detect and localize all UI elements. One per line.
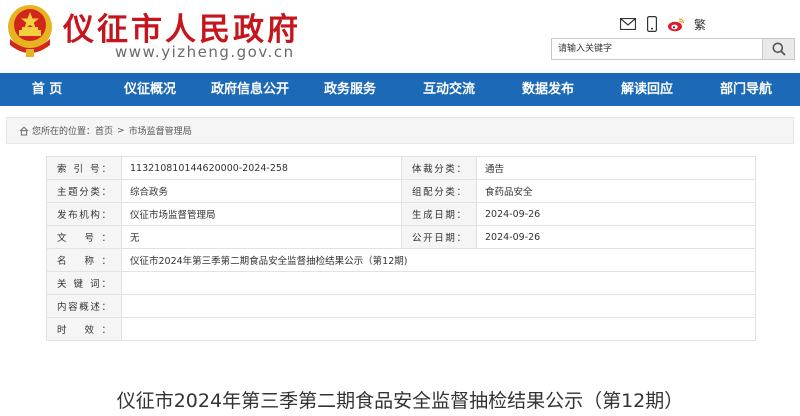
nav-gov-info[interactable]: 政府信息公开: [211, 73, 289, 106]
email-icon[interactable]: [619, 15, 637, 33]
genre-value: 通告: [476, 156, 756, 180]
nav-home[interactable]: 首 页: [32, 73, 63, 106]
info-label: 主题分类：: [57, 187, 111, 198]
mobile-icon[interactable]: [643, 15, 661, 33]
site-url: www.yizheng.gov.cn: [115, 43, 295, 61]
search-box: [551, 38, 795, 60]
info-label: 公开日期：: [412, 233, 466, 244]
published-date: 2024-09-26: [476, 225, 756, 249]
info-label: 文 号：: [57, 233, 111, 244]
info-row: 内容概述：: [46, 294, 756, 318]
info-label: 组配分类：: [412, 187, 466, 198]
breadcrumb-prefix: 您所在的位置：: [32, 127, 96, 137]
publisher-value: 仪征市场监督管理局: [121, 202, 402, 226]
nav-interaction[interactable]: 互动交流: [423, 73, 475, 106]
info-row: 索 引 号： 113210810144620000-2024-258 体裁分类：…: [46, 156, 756, 180]
validity-value: [121, 317, 756, 341]
index-number: 113210810144620000-2024-258: [121, 156, 402, 180]
info-row: 名 称： 仪征市2024年第三季第二期食品安全监督抽检结果公示（第12期): [46, 248, 756, 272]
info-row: 发布机构： 仪征市场监督管理局 生成日期： 2024-09-26: [46, 202, 756, 226]
traditional-chinese-link[interactable]: 繁: [691, 15, 709, 33]
nav-services[interactable]: 政务服务: [324, 73, 376, 106]
info-row: 时 效：: [46, 317, 756, 341]
main-nav: 首 页 仪征概况 政府信息公开 政务服务 互动交流 数据发布 解读回应 部门导航: [0, 73, 800, 106]
national-emblem-icon: [8, 5, 52, 57]
top-icon-bar: 繁: [619, 14, 709, 34]
document-number: 无: [121, 225, 402, 249]
weibo-icon[interactable]: [667, 15, 685, 33]
info-label: 名 称：: [57, 256, 111, 267]
info-label: 发布机构：: [57, 210, 111, 221]
breadcrumb-separator: >: [117, 125, 125, 136]
nav-interpretation[interactable]: 解读回应: [621, 73, 673, 106]
group-value: 食药品安全: [476, 179, 756, 203]
info-label: 时 效：: [57, 325, 111, 336]
document-name: 仪征市2024年第三季第二期食品安全监督抽检结果公示（第12期): [121, 248, 756, 272]
created-date: 2024-09-26: [476, 202, 756, 226]
nav-departments[interactable]: 部门导航: [720, 73, 772, 106]
nav-overview[interactable]: 仪征概况: [124, 73, 176, 106]
info-label: 关 键 词：: [57, 279, 111, 290]
info-row: 主题分类： 综合政务 组配分类： 食药品安全: [46, 179, 756, 203]
info-label: 索 引 号：: [57, 164, 111, 175]
home-icon: [19, 125, 29, 136]
nav-data[interactable]: 数据发布: [522, 73, 574, 106]
info-label: 生成日期：: [412, 210, 466, 221]
info-row: 文 号： 无 公开日期： 2024-09-26: [46, 225, 756, 249]
site-header: 仪征市人民政府 www.yizheng.gov.cn 繁: [0, 0, 800, 73]
search-button[interactable]: [762, 39, 794, 59]
search-icon: [772, 42, 786, 56]
document-info-table: 索 引 号： 113210810144620000-2024-258 体裁分类：…: [46, 156, 756, 341]
info-label: 内容概述：: [57, 302, 111, 313]
info-label: 体裁分类：: [412, 164, 466, 175]
breadcrumb-current[interactable]: 市场监督管理局: [129, 124, 192, 137]
article-title: 仪征市2024年第三季第二期食品安全监督抽检结果公示（第12期）: [116, 390, 684, 412]
breadcrumb: 您所在的位置： 首页 > 市场监督管理局: [6, 117, 794, 144]
keywords-value: [121, 271, 756, 295]
info-row: 关 键 词：: [46, 271, 756, 295]
breadcrumb-home[interactable]: 首页: [95, 124, 113, 137]
search-input[interactable]: [552, 39, 763, 59]
summary-value: [121, 294, 756, 318]
topic-value: 综合政务: [121, 179, 402, 203]
